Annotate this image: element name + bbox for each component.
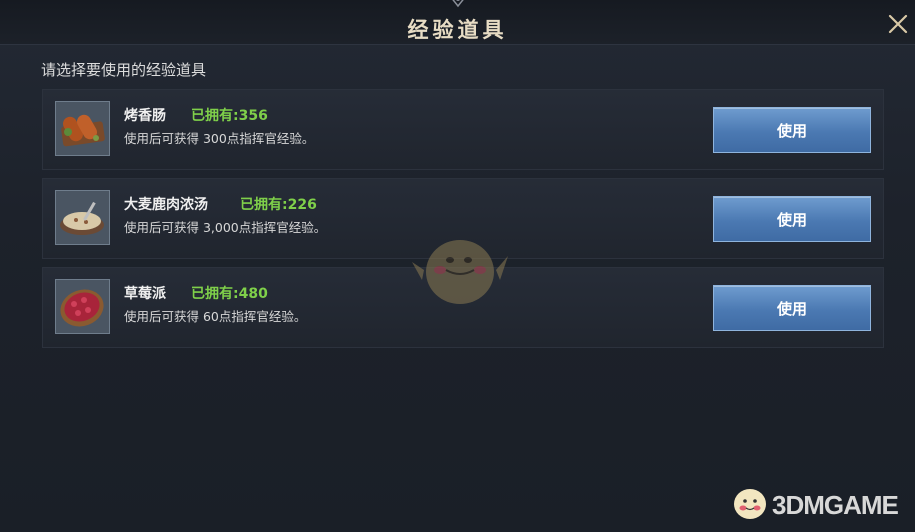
use-button[interactable]: 使用 bbox=[713, 196, 871, 242]
watermark-text: 3DMGAME bbox=[772, 490, 899, 520]
dialog-panel: 经验道具 请选择要使用的经验道具 烤香肠 已拥有:356 使用后可获得 300点… bbox=[0, 0, 915, 532]
item-owned-count: 已拥有:356 bbox=[191, 108, 268, 124]
dialog-title: 经验道具 bbox=[407, 17, 508, 42]
sausage-icon bbox=[55, 101, 110, 156]
mascot-watermark-icon bbox=[412, 240, 508, 304]
close-icon[interactable] bbox=[886, 12, 910, 36]
item-name: 大麦鹿肉浓汤 bbox=[124, 197, 208, 213]
use-button[interactable]: 使用 bbox=[713, 107, 871, 153]
use-button[interactable]: 使用 bbox=[713, 285, 871, 331]
list-item: 烤香肠 已拥有:356 使用后可获得 300点指挥官经验。 使用 bbox=[42, 89, 884, 170]
item-list: 烤香肠 已拥有:356 使用后可获得 300点指挥官经验。 使用 大麦鹿肉浓汤 … bbox=[42, 89, 884, 356]
item-description: 使用后可获得 3,000点指挥官经验。 bbox=[124, 220, 327, 235]
item-description: 使用后可获得 300点指挥官经验。 bbox=[124, 131, 315, 146]
watermark: 3DMGAME bbox=[728, 482, 908, 526]
watermark-logo-icon bbox=[734, 489, 766, 519]
item-owned-count: 已拥有:480 bbox=[191, 286, 268, 302]
item-owned-count: 已拥有:226 bbox=[240, 197, 317, 213]
strawberry-pie-icon bbox=[55, 279, 110, 334]
soup-icon bbox=[55, 190, 110, 245]
item-name: 烤香肠 bbox=[124, 108, 166, 124]
item-description: 使用后可获得 60点指挥官经验。 bbox=[124, 309, 307, 324]
ornament-icon bbox=[452, 0, 464, 8]
dialog-subtitle: 请选择要使用的经验道具 bbox=[41, 61, 207, 79]
item-name: 草莓派 bbox=[124, 286, 166, 302]
dialog-header: 经验道具 bbox=[0, 0, 915, 45]
